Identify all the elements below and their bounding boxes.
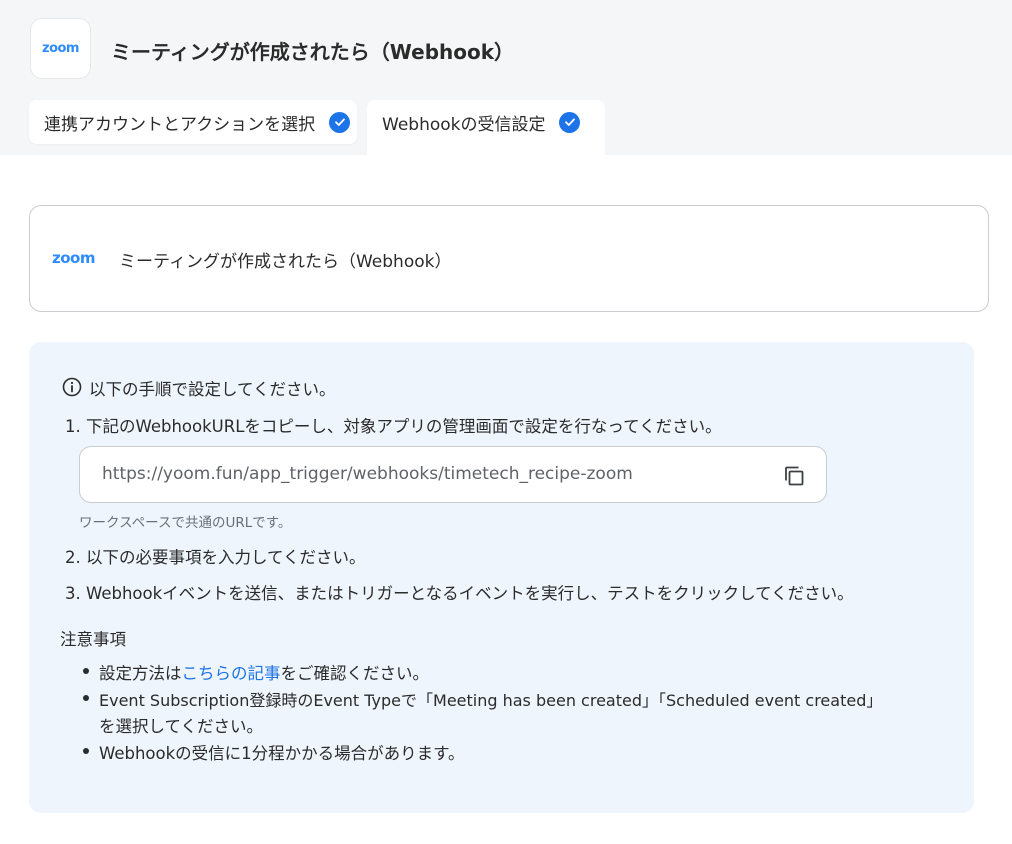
bullet-dot bbox=[83, 668, 89, 674]
copy-icon[interactable] bbox=[782, 464, 806, 488]
tab-label: 連携アカウントとアクションを選択 bbox=[44, 114, 316, 135]
step-3: 3. Webhookイベントを送信、またはトリガーとなるイベントを実行し、テスト… bbox=[65, 584, 854, 603]
trigger-selector[interactable]: zoom ミーティングが作成されたら（Webhook） bbox=[29, 205, 989, 312]
webhook-url-text: https://yoom.fun/app_trigger/webhooks/ti… bbox=[102, 464, 633, 484]
note-1-prefix: 設定方法は bbox=[99, 664, 182, 683]
check-circle-icon bbox=[559, 111, 581, 133]
url-hint: ワークスペースで共通のURLです。 bbox=[79, 515, 292, 531]
note-2-line-1: Event Subscription登録時のEvent Typeで「Meetin… bbox=[99, 691, 883, 710]
bullet-dot bbox=[83, 748, 89, 754]
note-1: 設定方法はこちらの記事をご確認ください。 bbox=[99, 660, 429, 684]
instructions-panel: 以下の手順で設定してください。 1. 下記のWebhookURLをコピーし、対象… bbox=[29, 342, 974, 813]
page-title: ミーティングが作成されたら（Webhook） bbox=[111, 40, 515, 64]
step-1: 1. 下記のWebhookURLをコピーし、対象アプリの管理画面で設定を行なって… bbox=[65, 417, 722, 436]
step-2: 2. 以下の必要事項を入力してください。 bbox=[65, 548, 366, 567]
trigger-label: ミーティングが作成されたら（Webhook） bbox=[119, 252, 452, 272]
zoom-logo-text: zoom bbox=[52, 249, 95, 267]
note-2-line-2: を選択してください。 bbox=[99, 717, 264, 736]
info-icon bbox=[62, 377, 82, 397]
zoom-app-logo: zoom bbox=[30, 18, 91, 79]
tab-account-action[interactable]: 連携アカウントとアクションを選択 bbox=[29, 100, 357, 144]
note-1-suffix: をご確認ください。 bbox=[280, 664, 430, 683]
check-circle-icon bbox=[329, 111, 351, 133]
instructions-intro: 以下の手順で設定してください。 bbox=[89, 380, 336, 399]
tab-label: Webhookの受信設定 bbox=[382, 114, 546, 135]
webhook-url-field[interactable]: https://yoom.fun/app_trigger/webhooks/ti… bbox=[79, 446, 827, 503]
notes-heading: 注意事項 bbox=[60, 630, 126, 649]
article-link[interactable]: こちらの記事 bbox=[182, 664, 281, 683]
tab-webhook-settings[interactable]: Webhookの受信設定 bbox=[367, 100, 605, 156]
zoom-logo-text: zoom bbox=[42, 41, 79, 56]
note-3: Webhookの受信に1分程かかる場合があります。 bbox=[99, 744, 465, 763]
bullet-dot bbox=[83, 695, 89, 701]
